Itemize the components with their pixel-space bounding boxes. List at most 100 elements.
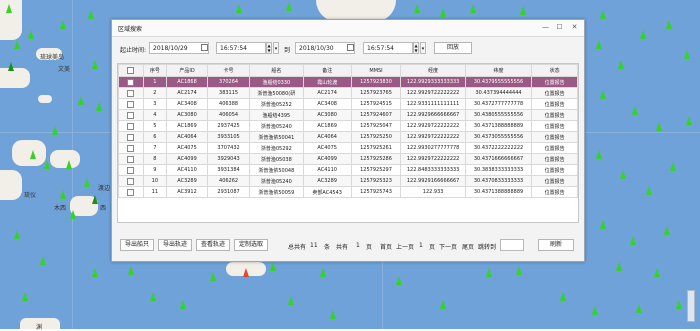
row-select-cell[interactable] — [118, 76, 144, 88]
ship-marker[interactable] — [14, 230, 20, 239]
table-row[interactable]: 11 AC3912 2931087 浙普渔依50059 卖部AC4543 12579257… — [118, 186, 578, 198]
ship-marker[interactable] — [52, 126, 58, 135]
end-time-spinner[interactable]: ▲ ▼ — [413, 42, 419, 54]
ship-marker[interactable] — [686, 116, 692, 125]
ship-marker[interactable] — [66, 160, 72, 169]
ship-marker[interactable] — [44, 160, 50, 169]
ship-marker[interactable] — [592, 306, 598, 315]
ship-marker[interactable] — [636, 304, 642, 313]
next-page-link[interactable]: 下一页 — [439, 242, 457, 251]
row-select-cell[interactable] — [118, 87, 144, 99]
ship-marker[interactable] — [128, 266, 134, 275]
ship-marker[interactable] — [664, 226, 670, 235]
row-checkbox[interactable] — [127, 177, 135, 185]
row-checkbox[interactable] — [127, 144, 135, 152]
ship-marker[interactable] — [84, 178, 90, 187]
first-page-link[interactable]: 首页 — [380, 242, 392, 251]
ship-marker-alert[interactable] — [243, 268, 249, 277]
ship-marker[interactable] — [180, 300, 186, 309]
export-track-button[interactable]: 导出轨迹 — [158, 239, 192, 251]
ship-marker[interactable] — [600, 10, 606, 19]
ship-marker[interactable] — [666, 20, 672, 29]
row-checkbox[interactable] — [127, 122, 135, 130]
ship-marker[interactable] — [78, 96, 84, 105]
maximize-button[interactable]: ☐ — [555, 23, 564, 32]
start-date-field[interactable]: 2018/10/29 — [149, 42, 209, 54]
calendar-icon[interactable] — [347, 44, 354, 51]
ship-marker[interactable] — [396, 276, 402, 285]
ship-marker[interactable] — [646, 186, 652, 195]
row-checkbox[interactable] — [127, 100, 135, 108]
ship-marker[interactable] — [470, 4, 476, 13]
start-time-field[interactable]: 16:57:54 — [216, 42, 266, 54]
ship-marker[interactable] — [150, 292, 156, 301]
last-page-link[interactable]: 尾页 — [462, 242, 474, 251]
row-select-cell[interactable] — [118, 175, 144, 187]
start-time-dropdown[interactable]: ▾ — [273, 42, 279, 54]
ship-marker[interactable] — [654, 268, 660, 277]
row-select-cell[interactable] — [118, 153, 144, 165]
ship-marker[interactable] — [656, 122, 662, 131]
ship-marker[interactable] — [30, 150, 36, 159]
ship-marker[interactable] — [286, 2, 292, 11]
jump-page-input[interactable] — [500, 239, 524, 251]
column-header[interactable]: 序号 — [142, 64, 167, 77]
end-time-field[interactable]: 16:57:54 — [363, 42, 413, 54]
ship-marker[interactable] — [22, 292, 28, 301]
ship-marker[interactable] — [320, 268, 326, 277]
ship-marker[interactable] — [600, 220, 606, 229]
row-select-cell[interactable] — [118, 131, 144, 143]
ship-marker[interactable] — [596, 150, 602, 159]
column-header[interactable]: 产品ID — [165, 64, 209, 77]
ship-marker[interactable] — [88, 10, 94, 19]
ship-marker[interactable] — [440, 8, 446, 17]
table-row[interactable]: 7 AC4075 3707432 浙普渔05292 AC4075 1257925261 12… — [118, 142, 578, 154]
ship-marker[interactable] — [596, 40, 602, 49]
start-time-spinner[interactable]: ▲ ▼ — [266, 42, 272, 54]
playback-button[interactable]: 回放 — [434, 42, 472, 54]
row-select-cell[interactable] — [118, 164, 144, 176]
ship-marker[interactable] — [620, 170, 626, 179]
ship-marker[interactable] — [8, 62, 14, 71]
ship-marker[interactable] — [600, 90, 606, 99]
ship-marker[interactable] — [616, 262, 622, 271]
ship-marker[interactable] — [236, 4, 242, 13]
title-bar[interactable]: 区域搜索 — ☐ ✕ — [112, 20, 584, 37]
table-row[interactable]: 3 AC3408 406388 浙普渔05252 AC3408 1257924515 122… — [118, 98, 578, 110]
zoom-slider[interactable] — [687, 290, 695, 322]
ship-marker[interactable] — [684, 50, 690, 59]
prev-page-link[interactable]: 上一页 — [396, 242, 414, 251]
ship-marker[interactable] — [560, 292, 566, 301]
end-date-field[interactable]: 2018/10/30 — [295, 42, 355, 54]
export-ships-button[interactable]: 导出船只 — [120, 239, 154, 251]
row-select-cell[interactable] — [118, 142, 144, 154]
row-checkbox[interactable] — [127, 89, 135, 97]
ship-marker[interactable] — [70, 210, 76, 219]
column-header[interactable]: 状态 — [531, 64, 578, 77]
ship-marker[interactable] — [96, 102, 102, 111]
calendar-icon[interactable] — [201, 44, 208, 51]
column-header[interactable]: MMSI — [350, 64, 402, 77]
row-checkbox[interactable] — [127, 166, 135, 174]
ship-marker[interactable] — [270, 262, 276, 271]
row-checkbox[interactable] — [127, 155, 135, 163]
table-row[interactable]: 2 AC2174 383115 浙普渔50080(研 AC2174 1257923765 1… — [118, 87, 578, 99]
minimize-button[interactable]: — — [541, 23, 550, 32]
row-checkbox[interactable] — [127, 188, 135, 196]
ship-marker[interactable] — [330, 310, 336, 319]
end-time-dropdown[interactable]: ▾ — [420, 42, 426, 54]
select-all-header[interactable] — [118, 64, 144, 77]
column-header[interactable]: 船名 — [248, 64, 304, 77]
custom-select-button[interactable]: 定制选取 — [234, 239, 268, 251]
table-row[interactable]: 1 AC1868 370264 渔船结0330 霞山轮渡 1257923830 122.99… — [118, 76, 578, 88]
table-row[interactable]: 5 AC1869 2937425 浙普渔05240 AC1869 1257925047 12… — [118, 120, 578, 132]
table-row[interactable]: 10 AC3289 406262 浙普渔05240 AC3289 1257925323 12… — [118, 175, 578, 187]
close-button[interactable]: ✕ — [570, 23, 579, 32]
refresh-button[interactable]: 刷新 — [538, 239, 574, 251]
table-row[interactable]: 9 AC4110 3931384 浙普渔依50048 AC4110 1257925297 1… — [118, 164, 578, 176]
ship-marker[interactable] — [288, 296, 294, 305]
row-select-cell[interactable] — [118, 109, 144, 121]
ship-marker[interactable] — [60, 20, 66, 29]
column-header[interactable]: 卡号 — [207, 64, 250, 77]
ship-marker[interactable] — [92, 60, 98, 69]
